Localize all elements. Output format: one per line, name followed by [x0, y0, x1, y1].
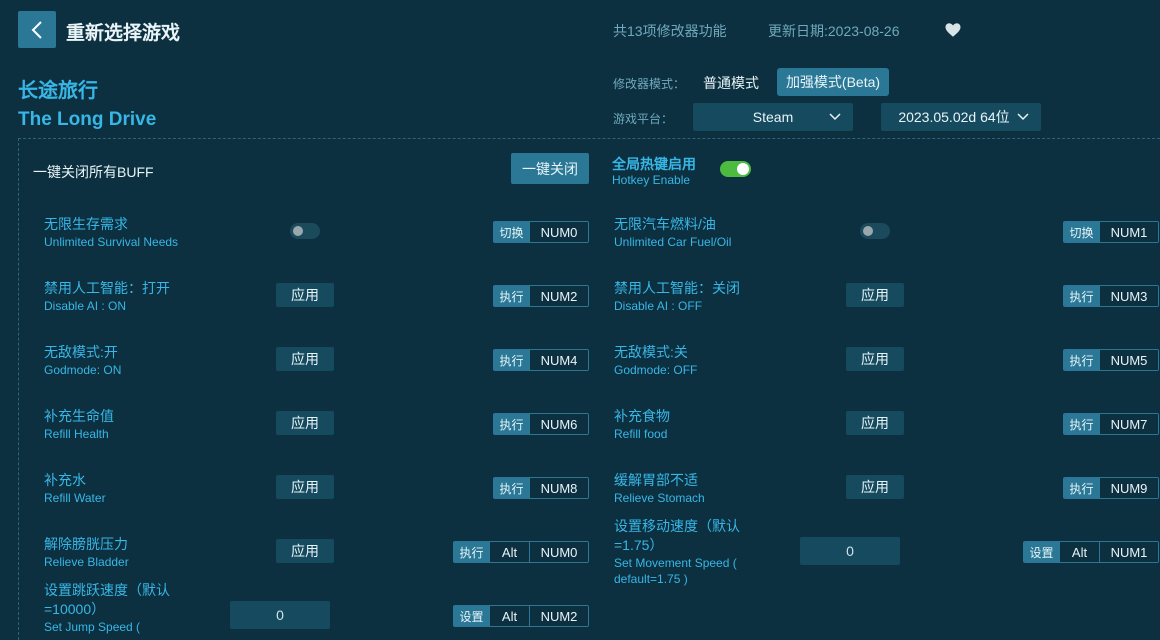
page-title: 重新选择游戏: [66, 23, 181, 44]
feature-label-en: Refill Water: [44, 491, 106, 505]
hotkey-badge[interactable]: 执行 NUM9: [1063, 477, 1159, 499]
chevron-down-icon: [1017, 113, 1029, 121]
mode-beta-button[interactable]: 加强模式(Beta): [777, 68, 889, 96]
feature-label-cn: 禁用人工智能：打开: [44, 280, 170, 296]
back-button[interactable]: [18, 11, 56, 48]
hotkey-badge[interactable]: 执行 NUM2: [493, 285, 589, 307]
hotkey-badge[interactable]: 设置 Alt NUM1: [1023, 541, 1159, 563]
feature-toggle[interactable]: [860, 223, 890, 239]
feature-label-en: Unlimited Survival Needs: [44, 235, 179, 249]
platform-select[interactable]: Steam: [693, 103, 853, 131]
feature-label-en: Unlimited Car Fuel/Oil: [614, 235, 732, 249]
apply-button[interactable]: 应用: [846, 475, 904, 499]
feature-label-en: Set Movement Speed (: [614, 556, 737, 570]
version-value: 2023.05.02d 64位: [898, 109, 1010, 125]
feature-label-cn: 设置跳跃速度（默认: [44, 582, 170, 598]
feature-label-cn: 无限生存需求: [44, 216, 128, 232]
feature-label-en: Relieve Stomach: [614, 491, 705, 505]
feature-label-cn: 无限汽车燃料/油: [614, 216, 716, 232]
game-name-cn: 长途旅行: [18, 80, 98, 102]
hotkey-badge[interactable]: 执行 NUM7: [1063, 413, 1159, 435]
hotkey-enable-label-en: Hotkey Enable: [612, 173, 691, 187]
apply-button[interactable]: 应用: [276, 283, 334, 307]
feature-label-cn: 解除膀胱压力: [44, 536, 128, 552]
hotkey-badge[interactable]: 切换 NUM1: [1063, 221, 1159, 243]
platform-label: 游戏平台：: [613, 112, 674, 126]
hotkey-badge[interactable]: 执行 Alt NUM0: [453, 541, 589, 563]
features-panel: [18, 138, 1160, 640]
hotkey-badge[interactable]: 切换 NUM0: [493, 221, 589, 243]
mode-normal-button[interactable]: 普通模式: [694, 69, 768, 96]
apply-button[interactable]: 应用: [276, 475, 334, 499]
apply-button[interactable]: 应用: [846, 347, 904, 371]
feature-label-en: Godmode: OFF: [614, 363, 698, 377]
hotkey-badge[interactable]: 执行 NUM4: [493, 349, 589, 371]
feature-label-cn: 补充食物: [614, 408, 670, 424]
apply-button[interactable]: 应用: [276, 347, 334, 371]
feature-label-cn: 无敌模式:开: [44, 344, 118, 360]
chevron-down-icon: [829, 113, 841, 121]
game-name-en: The Long Drive: [18, 109, 157, 130]
feature-label-en: Refill food: [614, 427, 668, 441]
speed-input[interactable]: 0: [800, 537, 900, 565]
feature-toggle[interactable]: [290, 223, 320, 239]
feature-label-cn: 设置移动速度（默认: [614, 518, 740, 534]
version-select[interactable]: 2023.05.02d 64位: [881, 103, 1041, 131]
feature-label-en: Disable AI : ON: [44, 299, 127, 313]
feature-label-cn: =10000）: [44, 601, 106, 617]
hotkey-badge[interactable]: 执行 NUM5: [1063, 349, 1159, 371]
feature-label-cn: 禁用人工智能：关闭: [614, 280, 740, 296]
apply-button[interactable]: 应用: [846, 283, 904, 307]
feature-label-cn: =1.75）: [614, 537, 664, 553]
feature-label-en: Refill Health: [44, 427, 109, 441]
feature-label-en: Godmode: ON: [44, 363, 122, 377]
platform-value: Steam: [752, 109, 794, 125]
feature-label-en: default=1.75 ): [614, 572, 688, 586]
feature-label-cn: 无敌模式:关: [614, 344, 688, 360]
close-all-button[interactable]: 一键关闭: [511, 153, 589, 184]
hotkey-badge[interactable]: 执行 NUM8: [493, 477, 589, 499]
feature-label-cn: 补充生命值: [44, 408, 114, 424]
apply-button[interactable]: 应用: [276, 539, 334, 563]
hotkey-enable-label-cn: 全局热键启用: [612, 156, 696, 172]
update-date: 更新日期:2023-08-26: [768, 23, 900, 39]
apply-button[interactable]: 应用: [276, 411, 334, 435]
close-all-buff-label: 一键关闭所有BUFF: [33, 164, 154, 180]
mode-label: 修改器模式：: [613, 77, 686, 91]
hotkey-badge[interactable]: 执行 NUM6: [493, 413, 589, 435]
feature-label-cn: 补充水: [44, 472, 86, 488]
chevron-left-icon: [31, 20, 42, 39]
feature-label-en: Disable AI : OFF: [614, 299, 703, 313]
feature-count: 共13项修改器功能: [613, 23, 727, 39]
feature-label-en: Relieve Bladder: [44, 555, 129, 569]
feature-label-en: Set Jump Speed (: [44, 620, 141, 634]
heart-icon[interactable]: [944, 21, 962, 39]
jump-input[interactable]: 0: [230, 601, 330, 629]
apply-button[interactable]: 应用: [846, 411, 904, 435]
hotkey-badge[interactable]: 执行 NUM3: [1063, 285, 1159, 307]
hotkey-enable-toggle[interactable]: [720, 161, 751, 177]
feature-label-cn: 缓解胃部不适: [614, 472, 698, 488]
hotkey-badge[interactable]: 设置 Alt NUM2: [453, 605, 589, 627]
